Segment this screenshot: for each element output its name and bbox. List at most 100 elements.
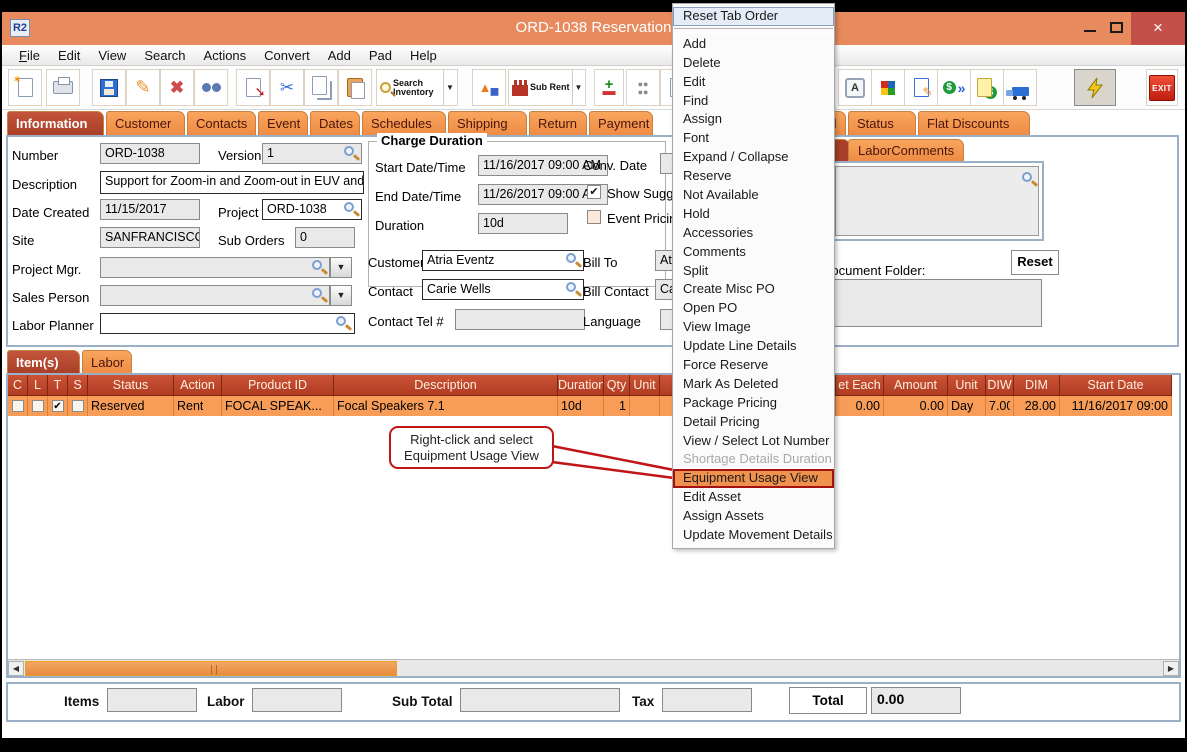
labor-total-field[interactable] [252,688,342,712]
grid-cell[interactable] [630,396,660,416]
project-lookup-icon[interactable] [344,202,354,212]
grid-cell[interactable]: ✔ [48,396,68,416]
labor-planner-lookup-icon[interactable] [336,316,346,326]
grid-cell[interactable]: 0.00 [884,396,948,416]
tab[interactable]: Labor [82,350,132,374]
context-menu-item[interactable]: Delete [673,54,834,73]
grid-column-header[interactable]: Description [334,375,558,396]
tab[interactable]: Payment [589,111,653,135]
grid-column-header[interactable]: S [68,375,88,396]
group-button[interactable] [626,69,660,106]
grid-cell[interactable] [68,396,88,416]
context-menu-item[interactable]: Update Line Details [673,337,834,356]
exit-button[interactable]: EXIT [1146,69,1178,106]
scroll-left-icon[interactable]: ◀ [8,661,24,676]
grid-cell[interactable]: Focal Speakers 7.1 [334,396,558,416]
site-field[interactable]: SANFRANCISCO [100,227,200,248]
menubar-item[interactable]: Search [135,48,194,63]
menubar-item[interactable]: Help [401,48,446,63]
reset-button[interactable]: Reset [1011,250,1059,275]
context-menu-item[interactable]: Detail Pricing [673,413,834,432]
dollar-forward-button[interactable]: $» [937,69,971,106]
context-menu-item[interactable]: Edit [673,73,834,92]
grid-cell[interactable]: 10d [558,396,604,416]
grid-cell[interactable]: FOCAL SPEAK... [222,396,334,416]
close-button[interactable]: × [1131,12,1185,45]
context-menu-item[interactable]: Create Misc PO [673,280,834,299]
context-menu-item[interactable]: Update Movement Details [673,526,834,545]
grid-column-header[interactable]: Status [88,375,174,396]
grid-column-header[interactable]: L [28,375,48,396]
grid-cell[interactable] [8,396,28,416]
menubar-item[interactable]: Convert [255,48,319,63]
search-inventory-button[interactable]: Search Inventory ▼ [376,69,458,106]
tab[interactable]: Flat Discounts [918,111,1030,135]
sub-rent-button[interactable]: Sub Rent ▼ [508,69,586,106]
edit-note-button[interactable]: ✎ [904,69,938,106]
context-menu-item[interactable]: View Image [673,318,834,337]
contact-field[interactable]: Carie Wells [422,279,584,300]
grid-column-header[interactable]: Product ID [222,375,334,396]
grid-column-header[interactable]: Action [174,375,222,396]
grid-column-header[interactable]: Unit [948,375,986,396]
scroll-right-icon[interactable]: ▶ [1163,661,1179,676]
grid-column-header[interactable]: DIW [986,375,1014,396]
sales-person-dropdown-button[interactable]: ▼ [330,285,352,306]
grid-cell[interactable]: Reserved [88,396,174,416]
dropdown-arrow-icon[interactable]: ▼ [572,70,583,105]
total-value-field[interactable]: 0.00 [871,687,961,714]
grid-cell[interactable]: 1 [604,396,630,416]
menubar-item[interactable]: Pad [360,48,401,63]
comments-area[interactable] [830,161,1044,241]
show-suggestions-checkbox[interactable]: ✔ [587,185,601,199]
tab[interactable]: Dates [310,111,360,135]
contact-tel-field[interactable] [455,309,585,330]
sub-orders-field[interactable]: 0 [295,227,355,248]
context-menu-item[interactable]: Package Pricing [673,394,834,413]
scrollbar-thumb[interactable] [25,661,397,676]
context-menu-item[interactable]: Find [673,92,834,111]
grid-column-header[interactable]: et Each [836,375,884,396]
context-menu-item[interactable]: Open PO [673,299,834,318]
sub-total-field[interactable] [460,688,620,712]
cubes-button[interactable] [871,69,905,106]
tab[interactable]: Event [258,111,308,135]
document-folder-field[interactable] [830,279,1042,327]
version-lookup-icon[interactable] [344,146,354,156]
grid-column-header[interactable]: C [8,375,28,396]
menubar-item[interactable]: View [89,48,135,63]
grid-column-header[interactable]: Duration [558,375,604,396]
context-menu-item[interactable] [674,28,833,33]
context-menu-item[interactable]: Equipment Usage View [673,469,834,488]
context-menu-item[interactable]: Mark As Deleted [673,375,834,394]
add-remove-button[interactable]: +▬ [594,69,624,106]
grid-cell[interactable]: Day [948,396,986,416]
context-menu-item[interactable]: View / Select Lot Number [673,432,834,451]
context-menu-item[interactable]: Force Reserve [673,356,834,375]
menubar-item[interactable]: File [10,48,49,63]
context-menu-item[interactable]: Accessories [673,224,834,243]
duration-field[interactable]: 10d [478,213,568,234]
grid-column-header[interactable]: Start Date [1060,375,1172,396]
grid-cell[interactable] [28,396,48,416]
number-field[interactable]: ORD-1038 [100,143,200,164]
keyboard-shortcut-button[interactable]: A [838,69,872,106]
quick-action-button[interactable] [1074,69,1116,106]
grid-column-header[interactable]: Qty [604,375,630,396]
context-menu-item[interactable]: Add [673,35,834,54]
new-document-button[interactable]: ✶ [8,69,42,106]
cut-button[interactable]: ✂ [270,69,304,106]
tab[interactable]: Item(s) [7,350,80,374]
grid-column-header[interactable]: DIM [1014,375,1060,396]
tab[interactable]: Return [529,111,587,135]
context-menu-item[interactable]: Not Available [673,186,834,205]
grid-column-header[interactable]: T [48,375,68,396]
sales-person-field[interactable] [100,285,330,306]
context-menu-item[interactable]: Split [673,262,834,281]
grid-cell[interactable]: 7.00 [986,396,1014,416]
grid-cell[interactable]: 28.00 [1014,396,1060,416]
sales-person-lookup-icon[interactable] [312,288,322,298]
dropdown-arrow-icon[interactable]: ▼ [443,70,454,105]
context-menu-item[interactable]: Font [673,129,834,148]
project-mgr-field[interactable] [100,257,330,278]
